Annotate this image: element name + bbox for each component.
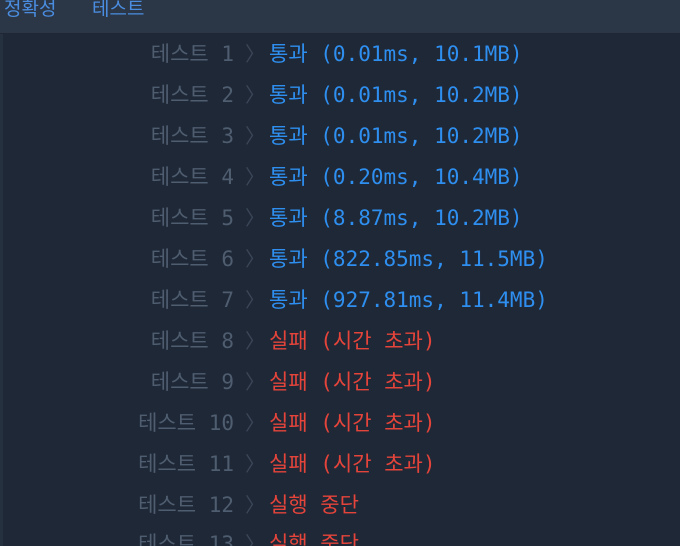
test-row: 테스트 5 〉 통과 (8.87ms, 10.2MB)	[3, 198, 680, 239]
test-row: 테스트 3 〉 통과 (0.01ms, 10.2MB)	[3, 116, 680, 157]
test-result: 실패 (시간 초과)	[269, 452, 436, 476]
test-result: 실패 (시간 초과)	[269, 411, 436, 435]
test-label: 테스트 10	[138, 411, 234, 435]
results-header: 정확성 테스트	[0, 0, 680, 34]
test-label: 테스트 6	[150, 247, 234, 271]
test-label: 테스트 4	[150, 165, 234, 189]
chevron-right-icon: 〉	[245, 452, 265, 476]
test-result: 실행 중단	[269, 493, 359, 517]
chevron-right-icon: 〉	[245, 247, 265, 271]
test-results-panel: 테스트 1 〉 통과 (0.01ms, 10.1MB) 테스트 2 〉 통과 (…	[3, 34, 680, 546]
test-row: 테스트 1 〉 통과 (0.01ms, 10.1MB)	[3, 34, 680, 75]
test-result: 실행 중단	[269, 532, 359, 546]
test-result: 통과 (0.01ms, 10.1MB)	[269, 42, 523, 66]
test-row: 테스트 2 〉 통과 (0.01ms, 10.2MB)	[3, 75, 680, 116]
test-heading: 테스트	[92, 0, 145, 20]
test-row: 테스트 8 〉 실패 (시간 초과)	[3, 321, 680, 362]
test-label: 테스트 5	[150, 206, 234, 230]
test-label: 테스트 13	[138, 532, 234, 546]
test-row: 테스트 4 〉 통과 (0.20ms, 10.4MB)	[3, 157, 680, 198]
chevron-right-icon: 〉	[245, 83, 265, 107]
chevron-right-icon: 〉	[245, 329, 265, 353]
test-label: 테스트 11	[138, 452, 234, 476]
test-row: 테스트 6 〉 통과 (822.85ms, 11.5MB)	[3, 239, 680, 280]
test-result: 실패 (시간 초과)	[269, 370, 436, 394]
chevron-right-icon: 〉	[245, 42, 265, 66]
test-result: 통과 (8.87ms, 10.2MB)	[269, 206, 523, 230]
test-result: 통과 (0.20ms, 10.4MB)	[269, 165, 523, 189]
test-result: 통과 (822.85ms, 11.5MB)	[269, 247, 548, 271]
test-label: 테스트 3	[150, 124, 234, 148]
test-label: 테스트 7	[150, 288, 234, 312]
test-label: 테스트 12	[138, 493, 234, 517]
test-row: 테스트 11 〉 실패 (시간 초과)	[3, 444, 680, 485]
test-label: 테스트 8	[150, 329, 234, 353]
test-row: 테스트 9 〉 실패 (시간 초과)	[3, 362, 680, 403]
test-result: 통과 (927.81ms, 11.4MB)	[269, 288, 548, 312]
accuracy-heading: 정확성	[4, 0, 57, 20]
chevron-right-icon: 〉	[245, 206, 265, 230]
chevron-right-icon: 〉	[245, 165, 265, 189]
chevron-right-icon: 〉	[245, 370, 265, 394]
test-label: 테스트 2	[150, 83, 234, 107]
test-result: 통과 (0.01ms, 10.2MB)	[269, 83, 523, 107]
test-label: 테스트 1	[150, 42, 234, 66]
chevron-right-icon: 〉	[245, 411, 265, 435]
test-row: 테스트 13 〉 실행 중단	[3, 524, 680, 546]
chevron-right-icon: 〉	[245, 532, 265, 546]
chevron-right-icon: 〉	[245, 124, 265, 148]
test-label: 테스트 9	[150, 370, 234, 394]
test-result: 통과 (0.01ms, 10.2MB)	[269, 124, 523, 148]
chevron-right-icon: 〉	[245, 288, 265, 312]
test-row: 테스트 7 〉 통과 (927.81ms, 11.4MB)	[3, 280, 680, 321]
chevron-right-icon: 〉	[245, 493, 265, 517]
test-row: 테스트 10 〉 실패 (시간 초과)	[3, 403, 680, 444]
test-result: 실패 (시간 초과)	[269, 329, 436, 353]
test-row: 테스트 12 〉 실행 중단	[3, 485, 680, 526]
